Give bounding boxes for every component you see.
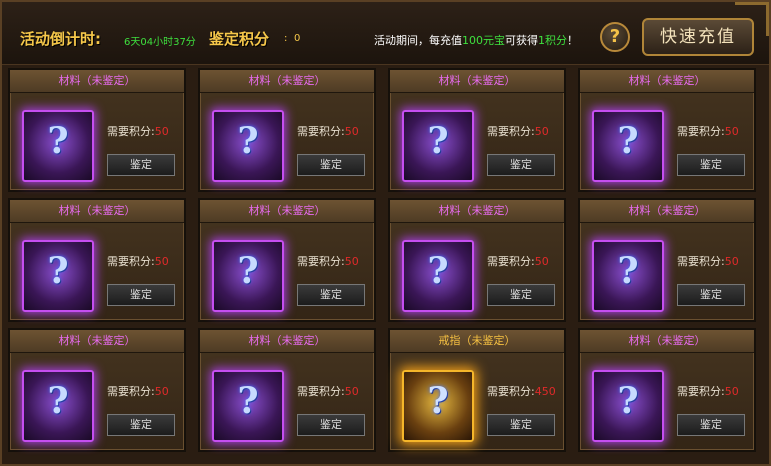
item-title: 戒指（未鉴定） xyxy=(390,330,564,353)
question-mark-icon: ? xyxy=(47,120,69,162)
required-points-value: 50 xyxy=(154,255,169,268)
item-card: 材料（未鉴定）? 需要积分:50 鉴定 xyxy=(198,198,376,322)
item-card: 材料（未鉴定）? 需要积分:50 鉴定 xyxy=(578,328,756,452)
mystery-item-icon[interactable]: ? xyxy=(592,370,664,442)
mystery-item-icon[interactable]: ? xyxy=(22,240,94,312)
required-points-value: 50 xyxy=(344,125,359,138)
required-points: 需要积分:50 xyxy=(297,255,359,268)
appraise-button[interactable]: 鉴定 xyxy=(487,284,555,306)
countdown-value: 6天04小时37分 xyxy=(124,37,196,48)
required-points: 需要积分:50 xyxy=(107,255,169,268)
points-label: 鉴定积分 xyxy=(209,30,270,48)
mystery-item-icon[interactable]: ? xyxy=(402,240,474,312)
item-title: 材料（未鉴定） xyxy=(200,70,374,93)
activity-panel: 活动倒计时: 6天04小时37分 鉴定积分 : 0 活动期间，每充值100元宝可… xyxy=(0,0,771,466)
item-title: 材料（未鉴定） xyxy=(580,330,754,353)
mystery-item-icon[interactable]: ? xyxy=(402,110,474,182)
required-points-value: 50 xyxy=(534,255,549,268)
item-title: 材料（未鉴定） xyxy=(200,200,374,223)
item-title: 材料（未鉴定） xyxy=(10,330,184,353)
item-card: 材料（未鉴定）? 需要积分:50 鉴定 xyxy=(388,68,566,192)
appraise-button[interactable]: 鉴定 xyxy=(297,414,365,436)
required-points-value: 50 xyxy=(154,385,169,398)
item-card: 戒指（未鉴定）? 需要积分:450 鉴定 xyxy=(388,328,566,452)
mystery-item-icon[interactable]: ? xyxy=(22,370,94,442)
mystery-item-icon[interactable]: ? xyxy=(212,240,284,312)
recharge-notice: 活动期间，每充值100元宝可获得1积分！ xyxy=(374,34,578,47)
question-mark-icon: ? xyxy=(617,380,639,422)
required-points: 需要积分:50 xyxy=(677,255,739,268)
question-mark-icon: ? xyxy=(47,380,69,422)
question-mark-icon: ? xyxy=(427,250,449,292)
mystery-item-icon[interactable]: ? xyxy=(212,110,284,182)
top-bar: 活动倒计时: 6天04小时37分 鉴定积分 : 0 活动期间，每充值100元宝可… xyxy=(2,2,769,65)
appraise-button[interactable]: 鉴定 xyxy=(107,284,175,306)
required-points-value: 50 xyxy=(344,255,359,268)
required-points: 需要积分:50 xyxy=(297,125,359,138)
required-points: 需要积分:50 xyxy=(677,125,739,138)
required-points-value: 50 xyxy=(724,385,739,398)
required-points-value: 50 xyxy=(724,125,739,138)
points-value: 0 xyxy=(294,33,301,44)
question-mark-icon: ? xyxy=(237,120,259,162)
item-title: 材料（未鉴定） xyxy=(10,70,184,93)
required-points-value: 50 xyxy=(724,255,739,268)
item-card: 材料（未鉴定）? 需要积分:50 鉴定 xyxy=(578,198,756,322)
item-card: 材料（未鉴定）? 需要积分:50 鉴定 xyxy=(388,198,566,322)
item-title: 材料（未鉴定） xyxy=(580,200,754,223)
item-title: 材料（未鉴定） xyxy=(390,200,564,223)
question-mark-icon: ? xyxy=(47,250,69,292)
required-points-value: 450 xyxy=(534,385,556,398)
mystery-item-icon[interactable]: ? xyxy=(592,110,664,182)
required-points-value: 50 xyxy=(534,125,549,138)
appraise-button[interactable]: 鉴定 xyxy=(487,414,555,436)
required-points-value: 50 xyxy=(344,385,359,398)
item-grid: 材料（未鉴定）? 需要积分:50 鉴定 材料（未鉴定）? 需要积分:50 鉴定 材料（未鉴定… xyxy=(8,68,767,464)
question-mark-icon: ? xyxy=(617,250,639,292)
required-points: 需要积分:50 xyxy=(107,125,169,138)
appraise-button[interactable]: 鉴定 xyxy=(297,284,365,306)
item-card: 材料（未鉴定）? 需要积分:50 鉴定 xyxy=(8,328,186,452)
appraise-button[interactable]: 鉴定 xyxy=(677,284,745,306)
mystery-item-icon[interactable]: ? xyxy=(592,240,664,312)
help-icon[interactable]: ? xyxy=(600,22,630,52)
appraise-button[interactable]: 鉴定 xyxy=(677,154,745,176)
countdown-label: 活动倒计时: xyxy=(20,30,102,48)
item-title: 材料（未鉴定） xyxy=(10,200,184,223)
item-title: 材料（未鉴定） xyxy=(200,330,374,353)
mystery-item-icon[interactable]: ? xyxy=(402,370,474,442)
appraise-button[interactable]: 鉴定 xyxy=(297,154,365,176)
item-card: 材料（未鉴定）? 需要积分:50 鉴定 xyxy=(578,68,756,192)
item-card: 材料（未鉴定）? 需要积分:50 鉴定 xyxy=(198,328,376,452)
required-points: 需要积分:50 xyxy=(297,385,359,398)
question-mark-icon: ? xyxy=(237,250,259,292)
required-points: 需要积分:50 xyxy=(487,125,549,138)
mystery-item-icon[interactable]: ? xyxy=(22,110,94,182)
item-title: 材料（未鉴定） xyxy=(580,70,754,93)
question-mark-icon: ? xyxy=(617,120,639,162)
question-mark-icon: ? xyxy=(427,120,449,162)
appraise-button[interactable]: 鉴定 xyxy=(487,154,555,176)
item-card: 材料（未鉴定）? 需要积分:50 鉴定 xyxy=(8,198,186,322)
appraise-button[interactable]: 鉴定 xyxy=(107,154,175,176)
required-points: 需要积分:50 xyxy=(487,255,549,268)
mystery-item-icon[interactable]: ? xyxy=(212,370,284,442)
item-card: 材料（未鉴定）? 需要积分:50 鉴定 xyxy=(198,68,376,192)
appraise-button[interactable]: 鉴定 xyxy=(107,414,175,436)
appraise-button[interactable]: 鉴定 xyxy=(677,414,745,436)
points-colon: : xyxy=(284,33,288,44)
question-mark-icon: ? xyxy=(237,380,259,422)
question-mark-icon: ? xyxy=(427,380,449,422)
item-title: 材料（未鉴定） xyxy=(390,70,564,93)
required-points: 需要积分:450 xyxy=(487,385,556,398)
required-points-value: 50 xyxy=(154,125,169,138)
item-card: 材料（未鉴定）? 需要积分:50 鉴定 xyxy=(8,68,186,192)
required-points: 需要积分:50 xyxy=(107,385,169,398)
dragon-ornament-icon xyxy=(735,2,769,36)
required-points: 需要积分:50 xyxy=(677,385,739,398)
